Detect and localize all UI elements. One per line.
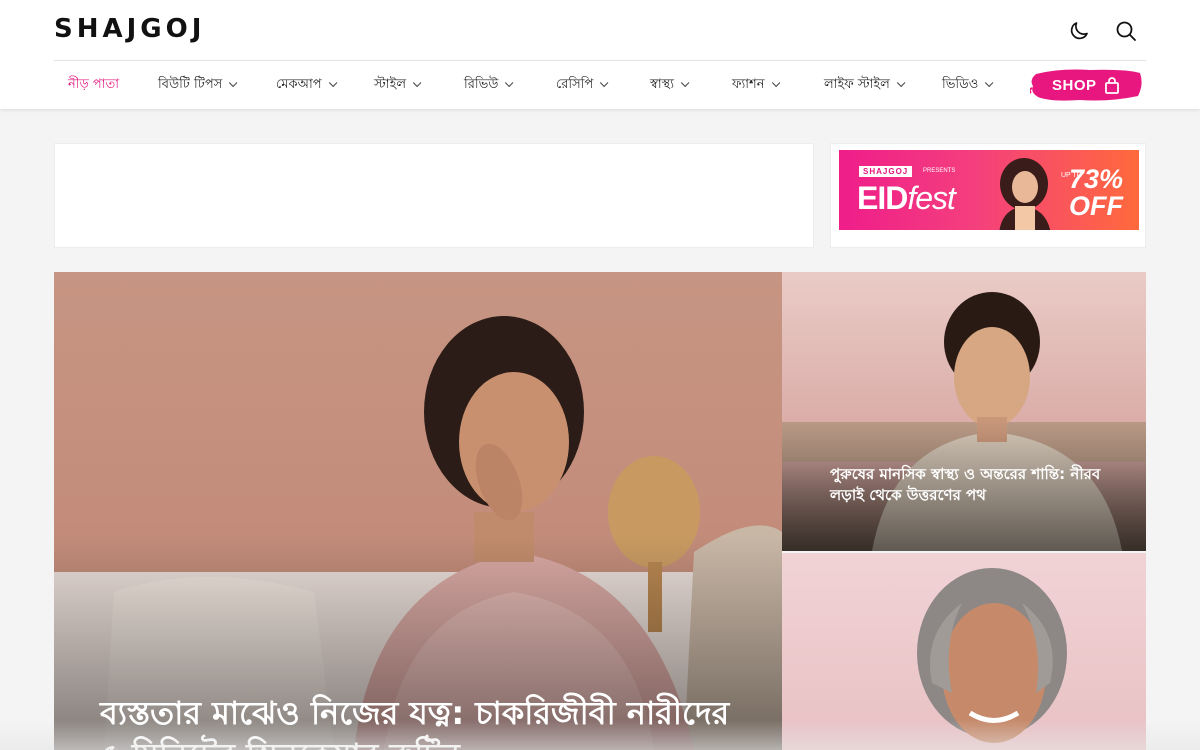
promo-presents: PRESENTS — [923, 168, 956, 174]
shop-label: SHOP — [1052, 77, 1097, 94]
chevron-down-icon — [505, 78, 514, 88]
side-post-1[interactable]: পুরুষের মানসিক স্বাস্থ্য ও অন্তরের শান্ত… — [782, 272, 1146, 551]
nav-item-label: মেকআপ — [276, 77, 322, 92]
moon-icon[interactable] — [1067, 19, 1091, 43]
nav-item-health[interactable]: স্বাস্থ্য — [650, 75, 690, 96]
promo-brand: SHAJGOJ — [859, 166, 913, 177]
ad-slot-right: SHAJGOJ PRESENTS EIDfest UP TO 73% OFF — [830, 143, 1146, 248]
site-header: SHAJGOJ নীড় পাতা বিউটি টিপস মেকআপ স্টাই… — [0, 0, 1200, 109]
chevron-down-icon — [771, 78, 780, 88]
nav-item-fashion[interactable]: ফ্যাশন — [732, 75, 780, 96]
chevron-down-icon — [412, 78, 422, 88]
nav-item-style[interactable]: স্টাইল — [374, 75, 422, 96]
side-post-2-image — [917, 568, 1067, 743]
chevron-down-icon — [985, 78, 994, 88]
featured-post[interactable]: ব্যস্ততার মাঝেও নিজের যত্ন: চাকরিজীবী না… — [54, 272, 782, 750]
nav-item-label: নীড় পাতা — [68, 77, 120, 92]
eid-fest-banner[interactable]: SHAJGOJ PRESENTS EIDfest UP TO 73% OFF — [839, 150, 1139, 230]
nav-item-label: স্টাইল — [374, 77, 407, 92]
nav-item-label: ভিডিও — [942, 77, 979, 92]
site-logo[interactable]: SHAJGOJ — [54, 14, 205, 44]
featured-title[interactable]: ব্যস্ততার মাঝেও নিজের যত্ন: চাকরিজীবী না… — [100, 692, 740, 750]
ad-slot-left — [54, 143, 814, 248]
chevron-down-icon — [896, 78, 906, 88]
shop-button[interactable]: SHOP — [1030, 66, 1144, 104]
side-post-1-title[interactable]: পুরুষের মানসিক স্বাস্থ্য ও অন্তরের শান্ত… — [830, 464, 1110, 506]
nav-item-label: রিভিউ — [464, 77, 499, 92]
side-post-2[interactable] — [782, 553, 1146, 750]
nav-item-label: রেসিপি — [556, 77, 594, 92]
nav-item-video[interactable]: ভিডিও — [942, 75, 994, 96]
nav-item-recipe[interactable]: রেসিপি — [556, 75, 609, 96]
nav-item-label: স্বাস্থ্য — [650, 77, 675, 92]
main-nav: নীড় পাতা বিউটি টিপস মেকআপ স্টাইল রিভিউ … — [0, 61, 1200, 107]
promo-title: EIDfest — [857, 180, 956, 216]
chevron-down-icon — [600, 78, 609, 88]
chevron-down-icon — [328, 78, 337, 88]
nav-item-label: ফ্যাশন — [732, 77, 765, 92]
nav-item-review[interactable]: রিভিউ — [464, 75, 514, 96]
nav-item-lifestyle[interactable]: লাইফ স্টাইল — [824, 75, 906, 96]
featured-overlay — [54, 272, 782, 750]
chevron-down-icon — [680, 78, 690, 88]
promo-off: OFF — [1069, 191, 1123, 221]
promo-percent: 73% — [1069, 164, 1124, 194]
chevron-down-icon — [229, 78, 238, 88]
promo-model-image — [999, 158, 1051, 230]
nav-item-home[interactable]: নীড় পাতা — [68, 75, 119, 96]
nav-item-beauty-tips[interactable]: বিউটি টিপস — [158, 75, 238, 96]
nav-item-label: লাইফ স্টাইল — [824, 77, 890, 92]
nav-item-makeup[interactable]: মেকআপ — [276, 75, 337, 96]
search-icon[interactable] — [1114, 19, 1138, 43]
nav-item-label: বিউটি টিপস — [158, 77, 223, 92]
